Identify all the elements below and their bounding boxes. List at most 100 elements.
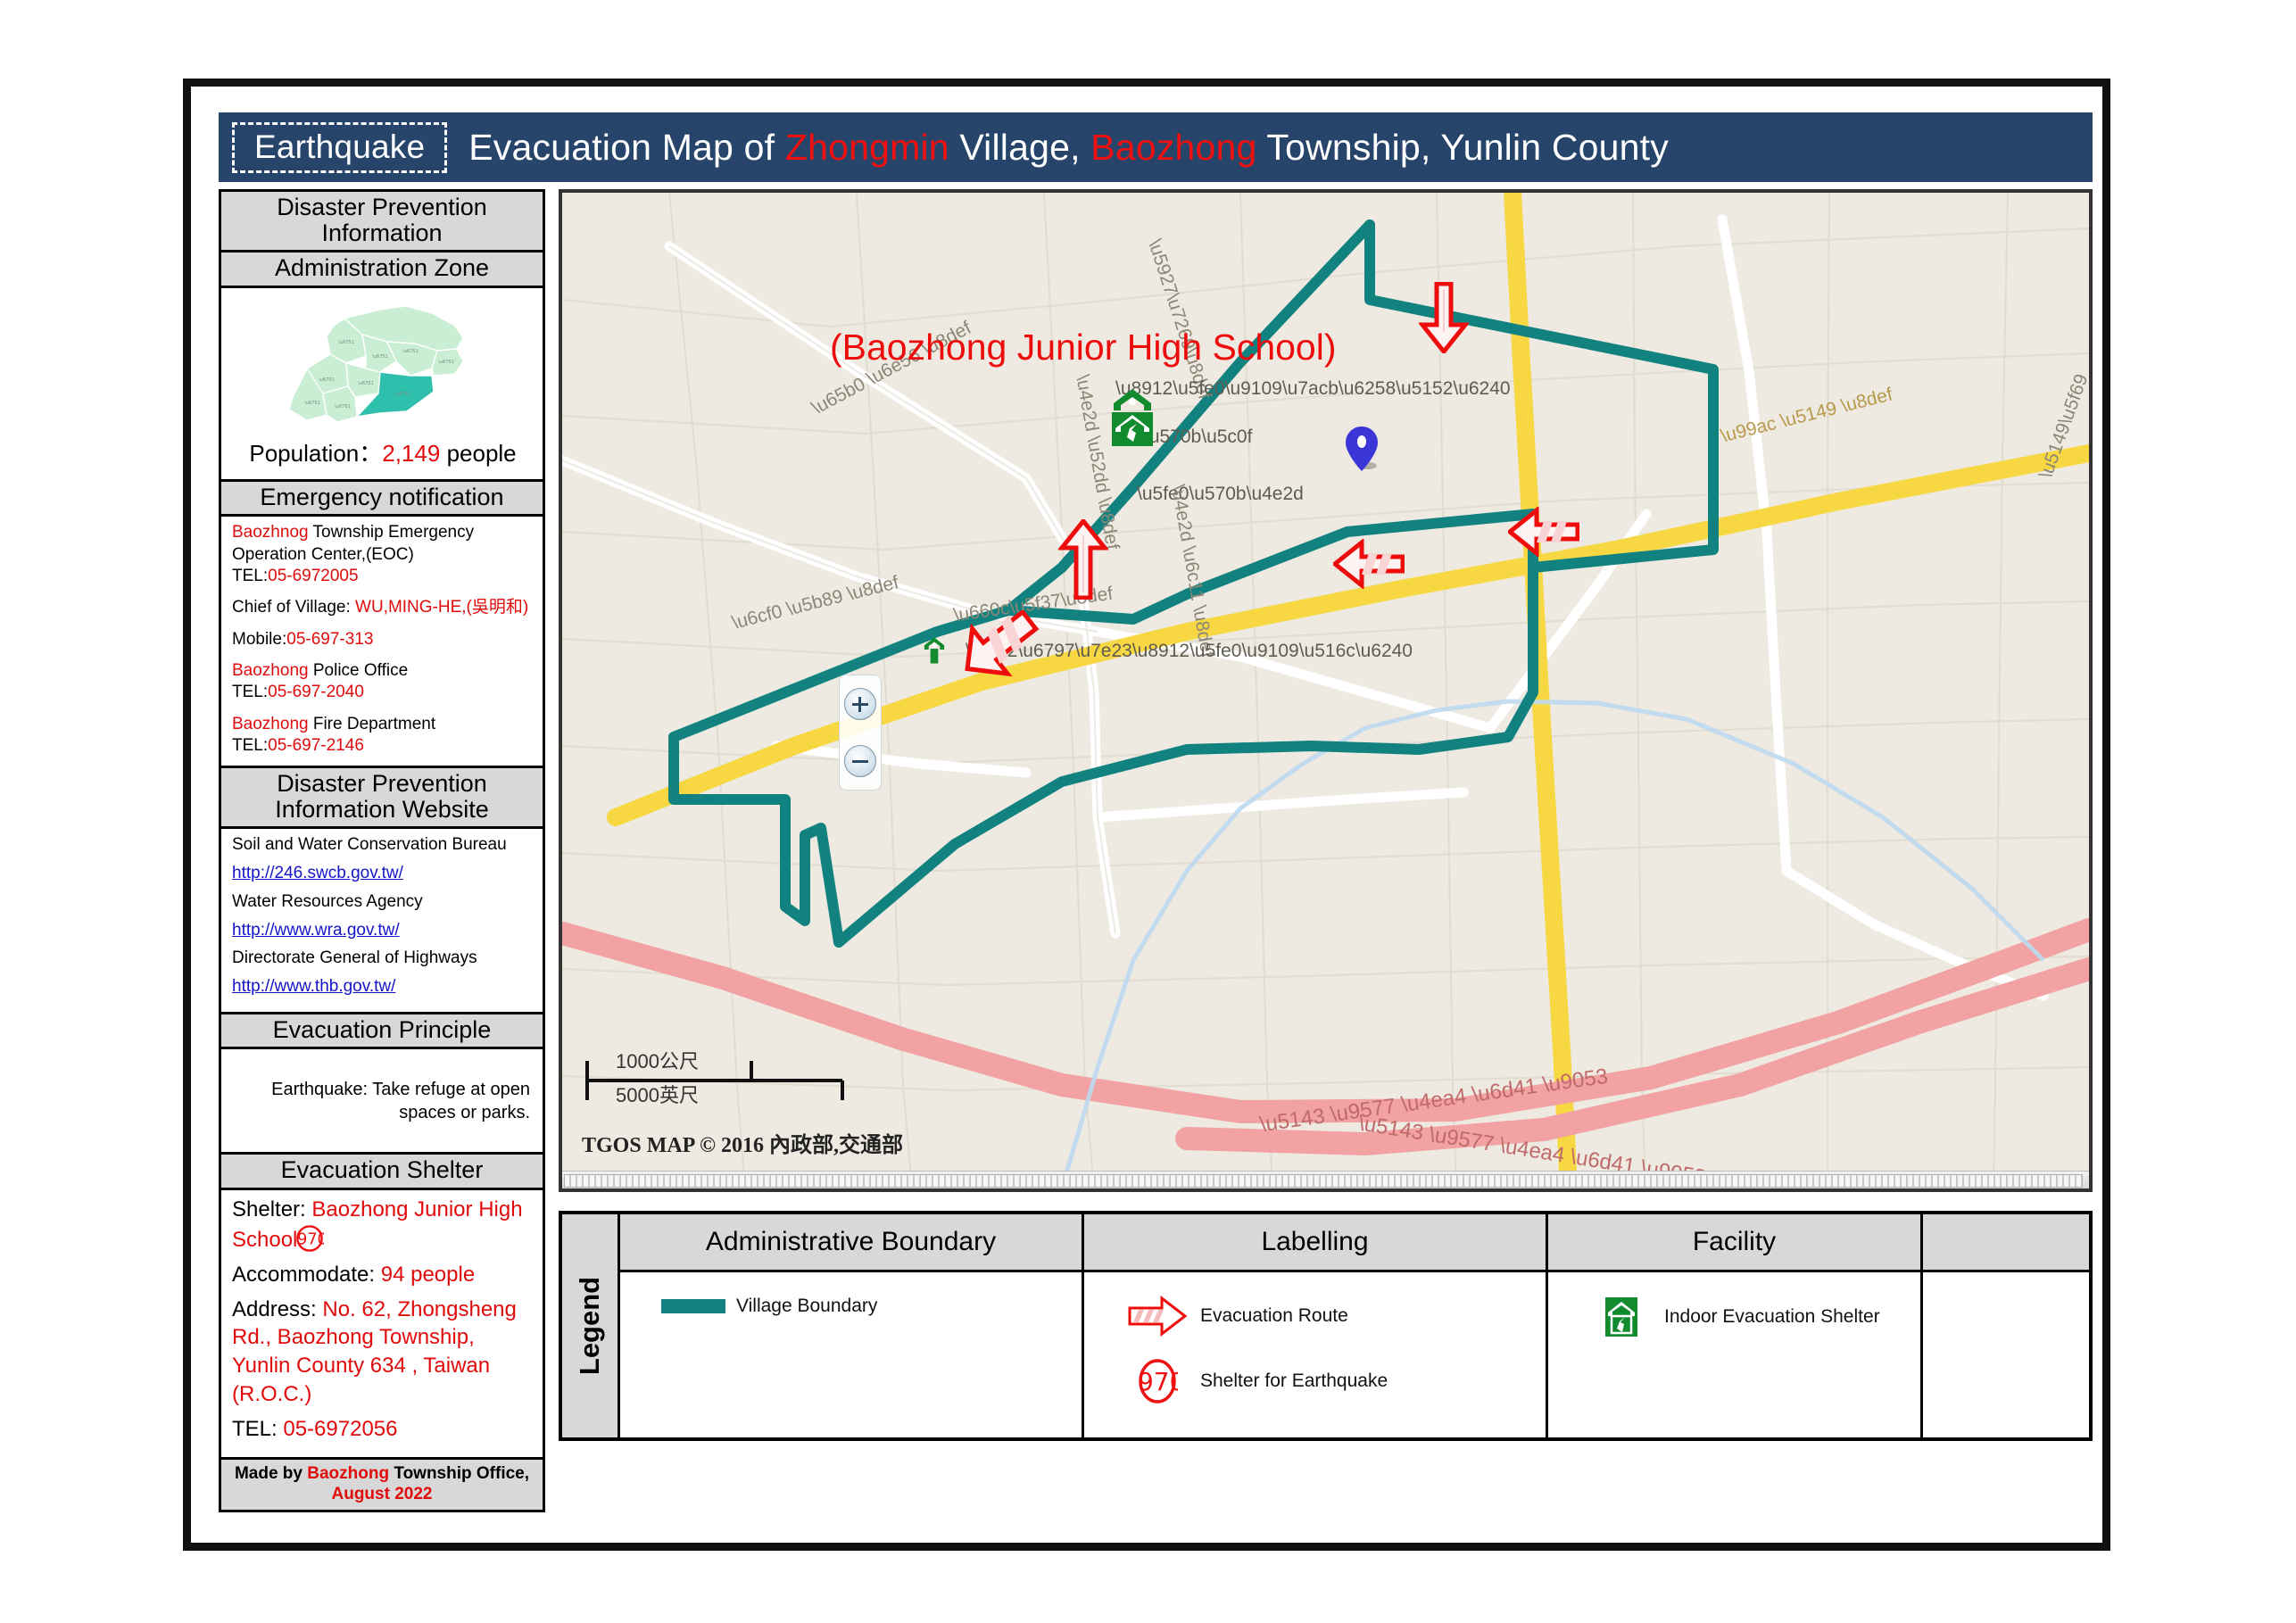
evacuation-arrow-diagonal xyxy=(965,610,1040,677)
info-sidebar: Disaster Prevention Information Administ… xyxy=(219,189,545,1513)
legend-header-empty xyxy=(1923,1214,2089,1272)
title-township: Baozhong xyxy=(1090,126,1257,168)
svg-text:\u6751: \u6751 xyxy=(338,340,354,345)
madeby-date: August 2022 xyxy=(331,1485,433,1504)
population-label: Population： xyxy=(249,439,383,467)
evacuation-arrow-left-1 xyxy=(1508,507,1579,557)
title-part-2: Village, xyxy=(949,126,1091,168)
legend-item-evacuation-route: Evacuation Route xyxy=(1115,1296,1546,1337)
shelter-label: Shelter: xyxy=(232,1197,312,1221)
legend-item-indoor-shelter: Indoor Evacuation Shelter xyxy=(1579,1296,1920,1338)
legend-header-administrative-boundary: Administrative Boundary xyxy=(620,1214,1082,1272)
school-callout-label: (Baozhong Junior High School) xyxy=(830,327,1337,368)
indoor-shelter-map-icon[interactable] xyxy=(1105,387,1160,448)
section-header-shelter: Evacuation Shelter xyxy=(219,1155,545,1190)
legend-column-administrative-boundary: Administrative Boundary Village Boundary xyxy=(620,1214,1084,1437)
legend-item-village-boundary: Village Boundary xyxy=(651,1296,1082,1317)
map-sheet: Earthquake Evacuation Map of Zhongmin Vi… xyxy=(183,79,2110,1551)
police-org-red: Baozhong xyxy=(232,661,309,680)
madeby-org: Baozhong xyxy=(307,1464,390,1484)
address-label: Address: xyxy=(232,1296,323,1321)
location-pin-icon[interactable] xyxy=(1346,426,1378,471)
agency-link-1[interactable]: http://www.wra.gov.tw/ xyxy=(232,921,400,940)
legend-item-shelter-earthquake: \u9707 Shelter for Earthquake xyxy=(1115,1358,1546,1404)
fire-entry: Baozhong Fire Department TEL:05-697-2146 xyxy=(232,714,534,758)
agency-name-1: Water Resources Agency xyxy=(232,891,423,911)
zoom-out-button[interactable] xyxy=(844,745,876,777)
shelter-tel-label: TEL: xyxy=(232,1417,284,1442)
svg-text:\u6751: \u6751 xyxy=(319,377,335,383)
accommodate-row: Accommodate: 94 people xyxy=(232,1261,534,1289)
admin-zone-thumbnail: \u6751 \u6751 \u6751 \u6751 \u6751 \u6751 \u… xyxy=(230,292,535,431)
mobile-label: Mobile: xyxy=(232,629,287,649)
police-entry: Baozhong Police Office TEL:05-697-2040 xyxy=(232,660,534,704)
agency-link-0[interactable]: http://246.swcb.gov.tw/ xyxy=(232,864,403,882)
svg-text:\u6751: \u6751 xyxy=(438,360,454,365)
accommodate-label: Accommodate: xyxy=(232,1262,381,1287)
evacuation-arrow-up xyxy=(1058,519,1108,600)
chief-name: WU,MING-HE,(吳明和) xyxy=(355,598,529,617)
legend-header-labelling: Labelling xyxy=(1084,1214,1546,1272)
fire-tel-label: TEL: xyxy=(232,735,269,755)
scale-metric-label: 1000公尺 xyxy=(616,1050,699,1072)
evacuation-shelter-panel: Shelter: Baozhong Junior High School \u9… xyxy=(219,1189,545,1461)
evacuation-arrow-left-2 xyxy=(1333,539,1405,589)
shelter-tel-value: 05-6972056 xyxy=(283,1417,398,1442)
eoc-tel-value: 05-6972005 xyxy=(268,567,359,586)
indoor-shelter-map-icon-secondary[interactable] xyxy=(921,635,948,666)
svg-text:\u6751: \u6751 xyxy=(372,354,388,360)
scale-imperial-label: 5000英尺 xyxy=(616,1084,699,1106)
principle-text: Earthquake: Take refuge at open spaces o… xyxy=(271,1079,530,1122)
map-zoom-controls[interactable] xyxy=(839,675,882,791)
section-header-emergency: Emergency notification xyxy=(219,481,545,518)
agency-name-0: Soil and Water Conservation Bureau xyxy=(232,835,507,855)
title-village: Zhongmin xyxy=(784,126,949,168)
legend-column-labelling: Labelling Evacuation Route 970 Shelter f… xyxy=(1084,1214,1548,1437)
earthquake-stamp-icon: \u9707 xyxy=(1137,1359,1178,1404)
legend-label-shelter-earthquake: Shelter for Earthquake xyxy=(1200,1370,1388,1391)
evacuation-arrow-icon xyxy=(1128,1296,1187,1337)
madeby-prefix: Made by xyxy=(234,1464,308,1484)
fire-org-red: Baozhong xyxy=(232,714,309,733)
population-unit: people xyxy=(446,439,517,467)
title-part-4: Township, Yunlin County xyxy=(1256,126,1669,168)
population-row: Population：2,149 people xyxy=(230,431,535,474)
legend-tab-label: Legend xyxy=(562,1214,620,1437)
mobile-value: 05-697-313 xyxy=(286,629,374,649)
title-part-0: Evacuation Map of xyxy=(468,126,785,168)
svg-text:\u9707: \u9707 xyxy=(1137,1367,1178,1396)
agency-name-2: Directorate General of Highways xyxy=(232,948,477,968)
section-header-admin-zone: Administration Zone xyxy=(219,253,545,288)
agency-link-2[interactable]: http://www.thb.gov.tw/ xyxy=(232,977,395,996)
legend-label-village-boundary: Village Boundary xyxy=(736,1296,878,1316)
chief-entry: Chief of Village: WU,MING-HE,(吳明和) xyxy=(232,597,534,618)
eoc-org-red: Baozhnog xyxy=(232,523,309,542)
shelter-name-row: Shelter: Baozhong Junior High School \u9… xyxy=(232,1196,534,1255)
police-tel-label: TEL: xyxy=(232,683,269,702)
chief-label: Chief of Village: xyxy=(232,598,356,617)
zoom-in-button[interactable] xyxy=(844,688,876,720)
map-scrollbar-thumb[interactable] xyxy=(564,1174,2083,1188)
shelter-tel-row: TEL: 05-6972056 xyxy=(232,1415,534,1444)
police-tel-value: 05-697-2040 xyxy=(268,683,364,702)
evacuation-map-canvas[interactable]: \u65b0 \u6e56 \u8def \u5927\u7269\u8def … xyxy=(559,189,2093,1192)
map-legend: Legend Administrative Boundary Village B… xyxy=(559,1211,2093,1441)
fire-tel-value: 05-697-2146 xyxy=(268,735,364,755)
police-org-rest: Police Office xyxy=(308,661,409,680)
evacuation-principle-panel: Earthquake: Take refuge at open spaces o… xyxy=(219,1049,545,1155)
section-header-website: Disaster Prevention Information Website xyxy=(219,768,545,830)
section-header-disaster-info: Disaster Prevention Information xyxy=(219,189,545,253)
village-boundary-line-icon xyxy=(651,1299,736,1313)
legend-column-empty xyxy=(1923,1214,2089,1437)
page-title: Evacuation Map of Zhongmin Village, Baoz… xyxy=(468,127,1669,169)
legend-label-indoor-shelter: Indoor Evacuation Shelter xyxy=(1664,1306,1880,1327)
township-villages-map-icon: \u6751 \u6751 \u6751 \u6751 \u6751 \u6751 \u… xyxy=(288,305,464,424)
map-horizontal-scrollbar[interactable] xyxy=(562,1171,2089,1188)
svg-text:\u6751: \u6751 xyxy=(402,349,419,354)
address-row: Address: No. 62, Zhongsheng Rd., Baozhon… xyxy=(232,1296,534,1410)
hazard-type-badge: Earthquake xyxy=(232,121,448,173)
section-header-principle: Evacuation Principle xyxy=(219,1014,545,1050)
earthquake-stamp-icon: \u9707 xyxy=(295,1224,324,1252)
legend-column-facility: Facility Indoor Evacuation Shelter xyxy=(1548,1214,1923,1437)
svg-text:\u9707: \u9707 xyxy=(295,1230,324,1248)
